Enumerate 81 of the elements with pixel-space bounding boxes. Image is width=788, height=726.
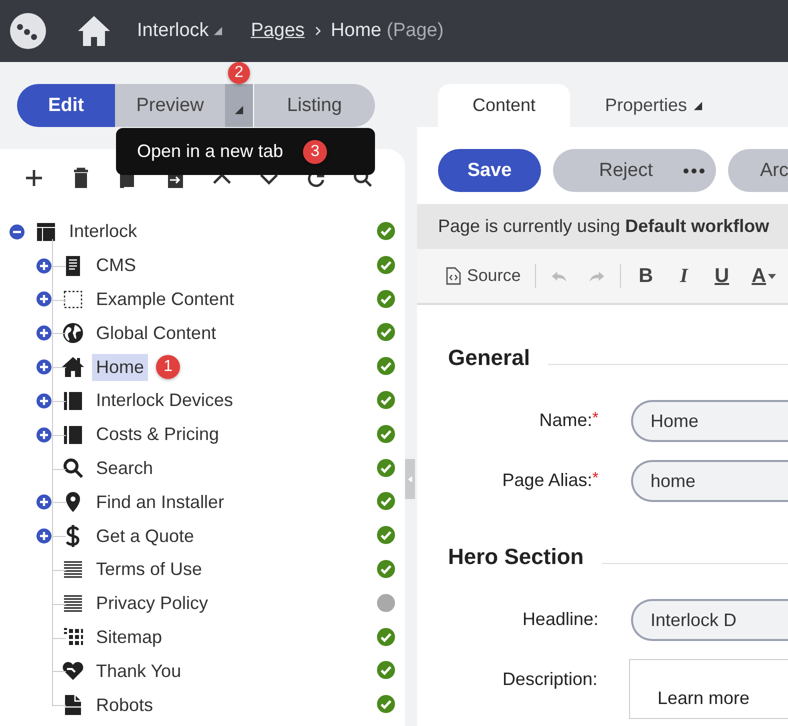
field-label: Page Alias: <box>502 470 592 490</box>
tree-item[interactable]: Costs & Pricing <box>92 421 224 448</box>
workflow-notice: Page is currently using Default workflow <box>438 216 770 236</box>
tree-item[interactable]: Interlock <box>65 218 142 246</box>
step-badge: 3 <box>303 140 328 164</box>
plus-icon[interactable] <box>24 167 44 189</box>
more-icon[interactable] <box>682 168 705 174</box>
caret-icon[interactable] <box>212 26 223 36</box>
mode-tab[interactable]: Edit <box>17 84 115 127</box>
page-type: (Page) <box>386 20 444 42</box>
input-field[interactable]: home <box>630 460 788 502</box>
tab[interactable]: Properties <box>588 84 720 127</box>
expand-icon[interactable] <box>36 359 52 376</box>
text-area[interactable]: Learn more <box>629 659 788 719</box>
caret-icon <box>234 105 244 115</box>
dropdown-button[interactable] <box>225 84 253 127</box>
section-title: General <box>448 345 530 371</box>
tree-item[interactable]: Example Content <box>92 286 238 313</box>
italic-button[interactable]: I <box>664 260 703 292</box>
action-button[interactable]: Reject <box>553 149 716 192</box>
tree-item[interactable]: Home <box>92 354 148 381</box>
book-icon <box>62 390 84 412</box>
tree-item[interactable]: Robots <box>92 692 158 719</box>
logo-icon[interactable] <box>10 13 46 49</box>
lines-icon <box>62 558 84 581</box>
section-title: Hero Section <box>448 544 584 570</box>
step-badge: 1 <box>156 355 180 380</box>
step-badge: 2 <box>228 62 250 84</box>
caret-icon <box>768 274 776 278</box>
tree-item[interactable]: Thank You <box>92 658 186 685</box>
tree-item[interactable]: Sitemap <box>92 624 166 651</box>
site-name[interactable]: Interlock <box>137 20 209 42</box>
required-mark: * <box>592 470 598 487</box>
dashed-square-icon <box>62 288 84 310</box>
expand-icon[interactable] <box>36 494 52 510</box>
search-icon <box>62 457 84 480</box>
layout-icon <box>35 220 57 243</box>
field-label: Headline: <box>522 609 598 629</box>
input-field[interactable]: Interlock D <box>630 599 788 641</box>
tree-item[interactable]: Terms of Use <box>92 556 206 584</box>
chevron-icon <box>312 26 323 36</box>
tree-item[interactable]: Search <box>92 454 158 482</box>
home-icon[interactable] <box>76 14 112 48</box>
bold-button[interactable]: B <box>626 260 665 292</box>
book-icon <box>62 424 84 446</box>
source-button[interactable]: Source <box>437 262 529 290</box>
expand-icon[interactable] <box>36 392 52 409</box>
file-icon <box>62 694 84 716</box>
splitter-handle[interactable] <box>405 459 415 499</box>
lines-icon <box>62 592 84 615</box>
breadcrumb-current: Home <box>330 20 382 42</box>
source-icon <box>445 267 461 285</box>
expand-icon[interactable] <box>36 258 52 274</box>
tree-item[interactable]: Global Content <box>92 320 220 347</box>
tab[interactable]: Content <box>438 84 570 127</box>
tree-item[interactable]: Find an Installer <box>92 488 228 516</box>
expand-icon[interactable] <box>36 291 52 308</box>
collapse-icon[interactable] <box>9 224 25 240</box>
house-icon <box>62 356 84 378</box>
mode-tab[interactable]: Preview <box>115 84 225 127</box>
trash-icon[interactable] <box>71 167 91 189</box>
heart-icon <box>62 660 84 682</box>
action-button[interactable]: Arc <box>728 149 788 192</box>
text-color-button[interactable]: A <box>740 260 787 292</box>
underline-button[interactable]: U <box>702 260 741 292</box>
required-mark: * <box>592 410 598 427</box>
expand-icon[interactable] <box>36 325 52 342</box>
tree-item[interactable]: Interlock Devices <box>92 387 238 414</box>
tree-item[interactable]: CMS <box>92 252 140 280</box>
menu-item[interactable]: Open in a new tab <box>137 141 284 162</box>
tree-item[interactable]: Privacy Policy <box>92 590 212 618</box>
action-button[interactable]: Save <box>438 149 541 192</box>
tree-item[interactable]: Get a Quote <box>92 522 198 550</box>
globe-icon <box>62 322 84 344</box>
expand-icon[interactable] <box>36 528 52 544</box>
breadcrumb-link[interactable]: Pages <box>250 20 305 42</box>
field-label: Description: <box>502 669 598 689</box>
expand-icon[interactable] <box>36 426 52 443</box>
mode-tab[interactable]: Listing <box>253 84 375 127</box>
field-label: Name: <box>539 410 592 430</box>
input-field[interactable]: Home <box>630 400 788 442</box>
